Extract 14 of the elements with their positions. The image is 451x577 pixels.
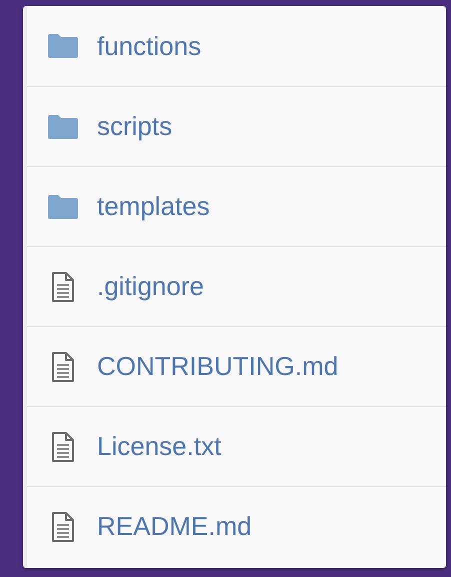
folder-link[interactable]: templates <box>97 187 210 226</box>
folder-icon <box>47 33 79 59</box>
folder-link[interactable]: functions <box>97 26 202 66</box>
file-link[interactable]: License.txt <box>97 427 222 466</box>
document-icon <box>51 512 75 542</box>
document-icon <box>51 272 75 302</box>
file-link[interactable]: README.md <box>97 507 252 546</box>
file-link[interactable]: .gitignore <box>97 267 204 306</box>
folder-icon <box>47 194 79 220</box>
folder-icon <box>47 114 79 140</box>
document-icon <box>51 432 75 462</box>
folder-link[interactable]: scripts <box>97 107 172 146</box>
document-icon <box>51 352 75 382</box>
file-link[interactable]: CONTRIBUTING.md <box>97 347 338 386</box>
